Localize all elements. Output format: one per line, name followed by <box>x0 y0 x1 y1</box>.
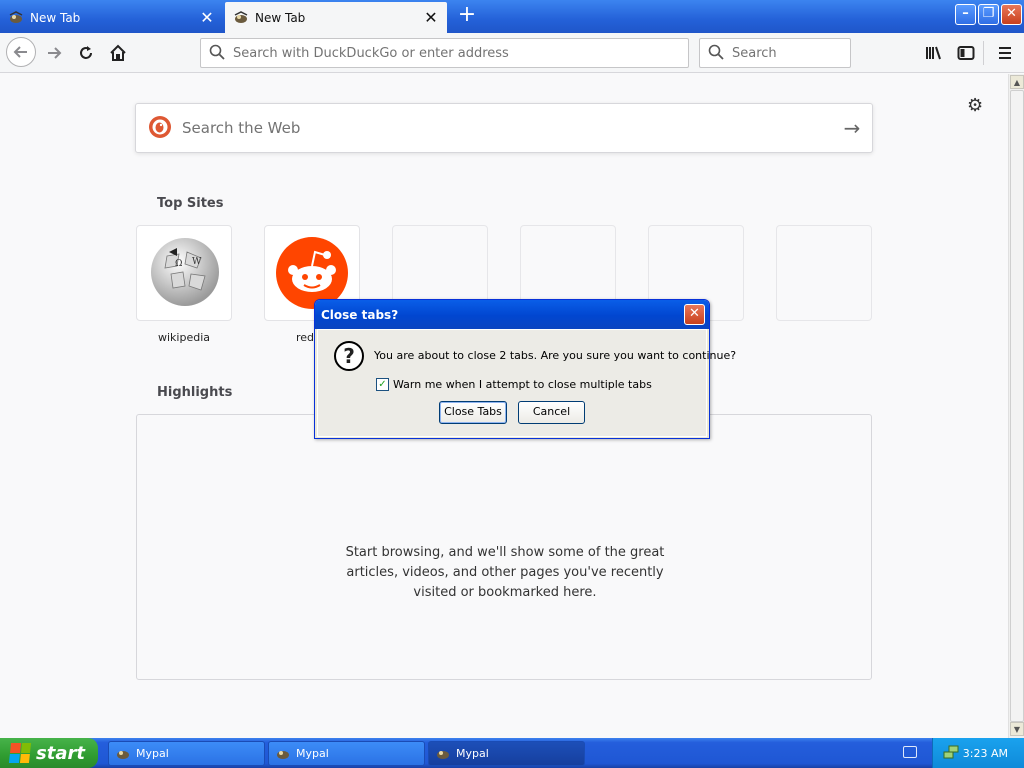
taskbar-item-mypal-active[interactable]: Mypal <box>428 741 585 766</box>
close-window-icon[interactable]: ✕ <box>1001 4 1022 25</box>
dialog-message: You are about to close 2 tabs. Are you s… <box>374 349 737 362</box>
reload-icon[interactable] <box>72 39 100 67</box>
restore-window-icon[interactable]: ❐ <box>978 4 999 25</box>
scrollbar-thumb[interactable] <box>1010 90 1024 722</box>
top-site-tile-empty <box>776 225 872 321</box>
home-icon[interactable] <box>104 39 132 67</box>
gear-icon[interactable]: ⚙ <box>967 95 983 116</box>
mypal-favicon-icon <box>233 10 249 26</box>
tab-new-tab-1[interactable]: New Tab ✕ <box>0 2 223 33</box>
checkbox-label: Warn me when I attempt to close multiple… <box>393 378 652 391</box>
warn-multiple-tabs-checkbox[interactable]: ✓ Warn me when I attempt to close multip… <box>376 378 652 391</box>
dialog-close-icon[interactable]: ✕ <box>684 304 705 325</box>
duckduckgo-logo-icon <box>148 115 172 142</box>
svg-text:Ω: Ω <box>175 259 182 269</box>
minimize-window-icon[interactable]: – <box>955 4 976 25</box>
windows-flag-icon <box>8 743 32 763</box>
task-label: Mypal <box>296 747 329 760</box>
svg-text:W: W <box>192 257 202 267</box>
network-icon[interactable] <box>943 744 959 763</box>
forward-arrow-icon[interactable] <box>40 39 68 67</box>
dialog-title: Close tabs? <box>315 300 709 329</box>
mypal-app-icon <box>115 746 131 762</box>
new-tab-plus-icon[interactable]: + <box>456 4 478 27</box>
tab-close-icon[interactable]: ✕ <box>423 9 439 26</box>
task-label: Mypal <box>456 747 489 760</box>
arrow-right-icon[interactable]: → <box>832 116 872 140</box>
taskbar-item-mypal[interactable]: Mypal <box>108 741 265 766</box>
back-arrow-icon[interactable] <box>6 37 36 67</box>
start-button[interactable]: start <box>0 738 98 768</box>
search-bar[interactable] <box>699 38 902 68</box>
scroll-up-arrow-icon[interactable]: ▲ <box>1010 75 1024 89</box>
dialog-body: ? You are about to close 2 tabs. Are you… <box>317 329 736 437</box>
highlights-heading: Highlights <box>157 385 233 400</box>
web-search-input[interactable] <box>182 119 832 137</box>
keyboard-icon[interactable] <box>903 746 917 758</box>
search-icon <box>209 44 225 63</box>
clock[interactable]: 3:23 AM <box>963 747 1008 760</box>
top-sites-heading: Top Sites <box>157 196 224 211</box>
tab-title: New Tab <box>30 10 81 25</box>
top-site-tile-wikipedia[interactable]: Ω W <box>136 225 232 321</box>
tab-title: New Tab <box>255 10 306 25</box>
page-scrollbar[interactable]: ▲ ▼ <box>1008 74 1024 738</box>
address-input[interactable] <box>233 45 688 61</box>
close-tabs-dialog: Close tabs? ✕ ? You are about to close 2… <box>314 299 736 439</box>
tab-strip: New Tab ✕ New Tab ✕ + – ❐ ✕ <box>0 0 1024 33</box>
mypal-app-icon <box>435 746 451 762</box>
sidebar-toggle-icon[interactable] <box>952 39 980 67</box>
highlights-empty-message: Start browsing, and we'll show some of t… <box>345 545 665 600</box>
taskbar-item-mypal[interactable]: Mypal <box>268 741 425 766</box>
toolbar-divider <box>983 41 984 65</box>
tab-new-tab-2[interactable]: New Tab ✕ <box>225 2 447 33</box>
search-icon <box>708 44 724 63</box>
wikipedia-logo-icon: Ω W <box>151 238 219 306</box>
close-tabs-button[interactable]: Close Tabs <box>439 401 507 424</box>
library-icon[interactable] <box>920 39 948 67</box>
highlights-panel: Start browsing, and we'll show some of t… <box>136 414 872 680</box>
mypal-favicon-icon <box>8 10 24 26</box>
task-label: Mypal <box>136 747 169 760</box>
checkbox-checked-icon[interactable]: ✓ <box>376 378 389 391</box>
search-input[interactable] <box>732 45 902 61</box>
system-tray: 3:23 AM <box>932 738 1024 768</box>
taskbar: start Mypal Mypal Mypal 3:23 AM <box>0 738 1024 768</box>
navigation-toolbar <box>0 33 1024 73</box>
web-search-box[interactable]: → <box>135 103 873 153</box>
scroll-down-arrow-icon[interactable]: ▼ <box>1010 722 1024 736</box>
question-mark-icon: ? <box>334 341 364 371</box>
hamburger-menu-icon[interactable] <box>991 39 1019 67</box>
tab-close-icon[interactable]: ✕ <box>199 9 215 26</box>
mypal-app-icon <box>275 746 291 762</box>
top-site-label: wikipedia <box>157 331 210 344</box>
start-label: start <box>36 742 85 764</box>
cancel-button[interactable]: Cancel <box>518 401 585 424</box>
address-bar[interactable] <box>200 38 689 68</box>
